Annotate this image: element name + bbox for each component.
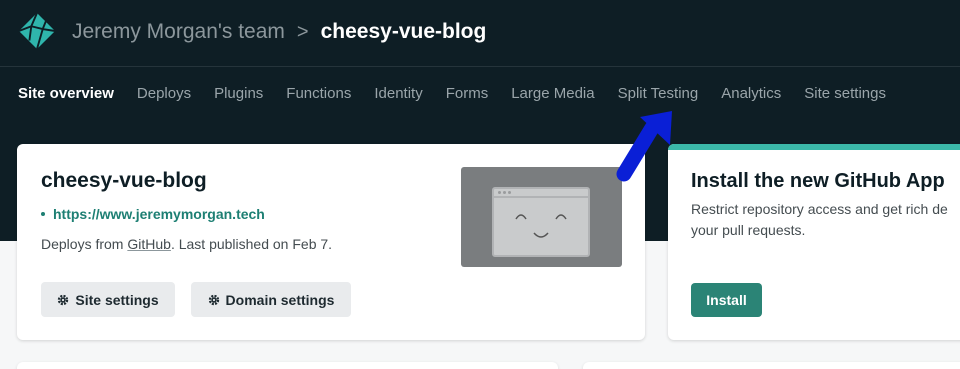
nav-divider [0,66,960,67]
site-url-text[interactable]: https://www.jeremymorgan.tech [53,206,265,222]
github-card-desc-line2: your pull requests. [691,222,806,238]
tab-analytics[interactable]: Analytics [721,85,781,102]
tab-site-overview[interactable]: Site overview [18,85,114,102]
pointer-arrow-icon [616,111,672,182]
gear-icon [58,294,69,305]
domain-settings-label: Domain settings [225,291,335,308]
breadcrumb-team[interactable]: Jeremy Morgan's team [72,20,285,44]
tab-deploys[interactable]: Deploys [137,85,191,102]
site-settings-button[interactable]: Site settings [41,282,175,317]
site-preview-thumbnail[interactable] [461,167,622,267]
tab-site-settings[interactable]: Site settings [804,85,886,102]
tab-large-media[interactable]: Large Media [511,85,594,102]
window-dot [498,191,501,194]
bullet-icon [41,212,45,216]
deploy-prefix: Deploys from [41,236,128,252]
netlify-logo-icon[interactable] [18,12,56,50]
site-overview-card: cheesy-vue-blog https://www.jeremymorgan… [17,144,645,340]
github-card-description: Restrict repository access and get rich … [691,199,960,241]
deploy-suffix: . Last published on Feb 7. [170,236,333,252]
breadcrumb: Jeremy Morgan's team > cheesy-vue-blog [72,20,486,44]
smiley-face-icon [515,214,567,238]
tab-plugins[interactable]: Plugins [214,85,263,102]
breadcrumb-separator: > [296,20,309,43]
deploy-info: Deploys from GitHub. Last published on F… [41,236,332,252]
gear-icon [208,294,219,305]
lower-card-left [17,362,558,369]
tab-forms[interactable]: Forms [446,85,489,102]
lower-card-right [583,362,960,369]
github-app-card: Install the new GitHub App Restrict repo… [668,144,960,340]
tab-functions[interactable]: Functions [286,85,351,102]
site-title: cheesy-vue-blog [41,169,207,192]
deploy-source-link[interactable]: GitHub [127,236,171,252]
site-nav-tabs: Site overview Deploys Plugins Functions … [18,85,909,102]
breadcrumb-site[interactable]: cheesy-vue-blog [321,20,487,44]
window-dot [503,191,506,194]
site-settings-label: Site settings [75,291,159,308]
window-dot [508,191,511,194]
card-accent-bar [668,144,960,150]
domain-settings-button[interactable]: Domain settings [191,282,351,317]
site-url-link[interactable]: https://www.jeremymorgan.tech [41,206,265,222]
tab-identity[interactable]: Identity [374,85,422,102]
window-titlebar [494,189,588,198]
smiley-window-icon [492,187,590,257]
install-button[interactable]: Install [691,283,762,317]
github-card-desc-line1: Restrict repository access and get rich … [691,201,948,217]
tab-split-testing[interactable]: Split Testing [618,85,699,102]
github-card-title: Install the new GitHub App [691,170,945,192]
